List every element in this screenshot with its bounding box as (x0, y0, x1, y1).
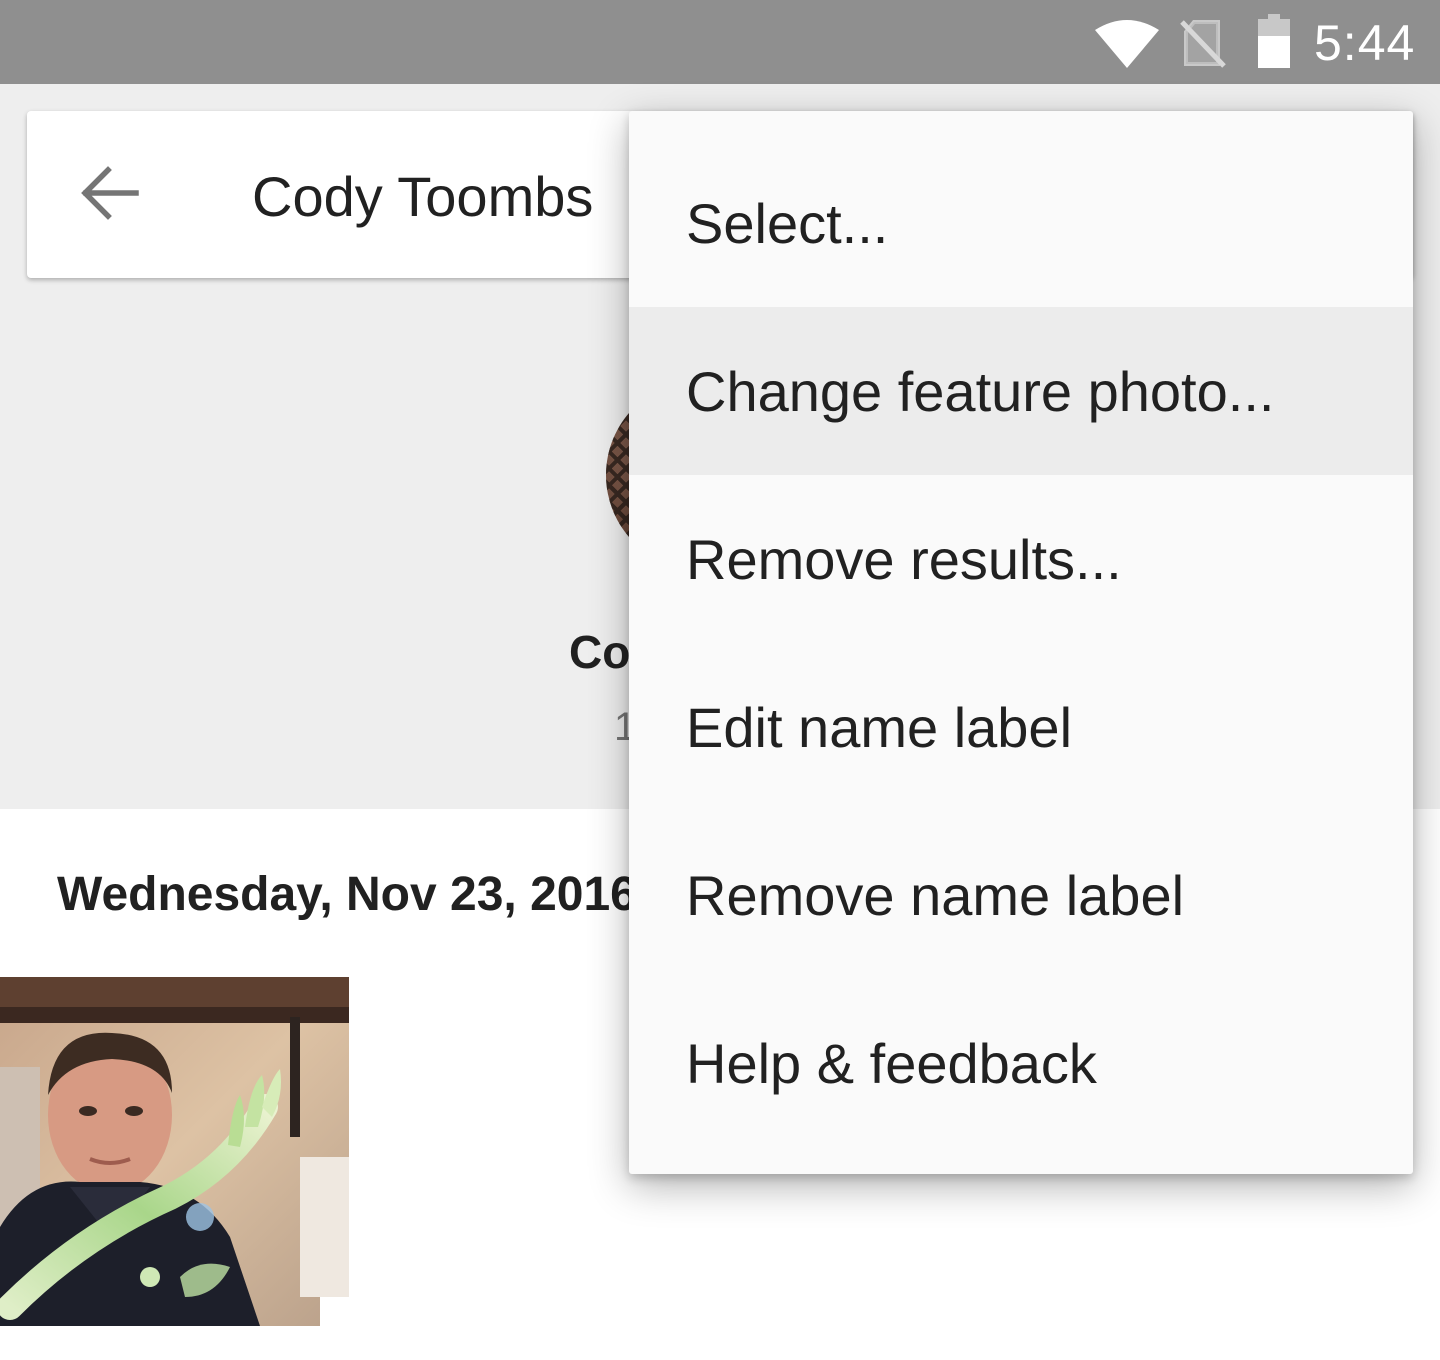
menu-item-edit-name-label[interactable]: Edit name label (629, 643, 1413, 811)
date-heading: Wednesday, Nov 23, 2016 (57, 868, 637, 921)
battery-icon (1258, 14, 1290, 68)
no-sim-icon (1180, 20, 1226, 68)
menu-item-select[interactable]: Select... (629, 139, 1413, 307)
page-title: Cody Toombs (252, 165, 594, 228)
menu-item-remove-results[interactable]: Remove results... (629, 475, 1413, 643)
menu-item-change-feature-photo[interactable]: Change feature photo... (629, 307, 1413, 475)
person-name: Co (569, 626, 631, 678)
overflow-menu: Select... Change feature photo... Remove… (629, 111, 1413, 1174)
menu-item-help-feedback[interactable]: Help & feedback (629, 979, 1413, 1147)
wifi-icon (1095, 20, 1159, 68)
status-time: 5:44 (1314, 15, 1416, 71)
photo-thumbnail[interactable] (0, 977, 349, 1326)
menu-item-remove-name-label[interactable]: Remove name label (629, 811, 1413, 979)
arrow-back-icon[interactable] (78, 162, 140, 224)
photo-image (0, 977, 349, 1326)
status-bar: 5:44 (0, 0, 1440, 84)
